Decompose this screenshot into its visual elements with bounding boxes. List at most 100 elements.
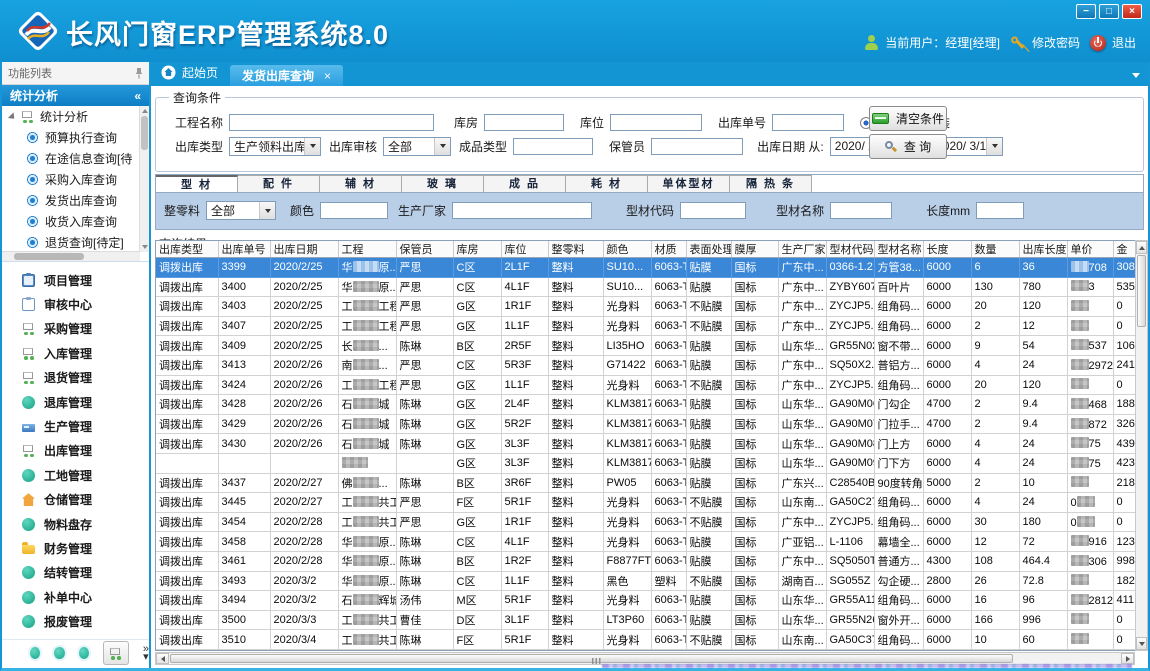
logout-button[interactable]: 退出 (1090, 34, 1136, 51)
subtab-7[interactable]: 单体型材 (648, 175, 730, 192)
table-row[interactable]: 调拨出库34282020/2/26石城陈琳G区2L4F整料KLM38176063… (156, 395, 1135, 415)
location-input[interactable] (610, 114, 702, 131)
column-header-order-no[interactable]: 出库单号 (218, 241, 270, 258)
profile-code-input[interactable] (680, 202, 746, 219)
minimize-button[interactable]: − (1076, 4, 1096, 19)
sidebar-item-cart[interactable]: 采购管理 (2, 317, 149, 341)
column-header-amount[interactable]: 金 (1113, 241, 1135, 258)
sidebar-item-home[interactable]: 仓储管理 (2, 488, 149, 512)
change-password-button[interactable]: 修改密码 (1010, 34, 1080, 51)
column-header-unit-price[interactable]: 单价 (1067, 241, 1113, 258)
tree-item[interactable]: 预算执行查询 (2, 127, 149, 148)
table-row[interactable]: 调拨出库34372020/2/27佛...陈琳B区3R6F整料PW056063-… (156, 473, 1135, 493)
keeper-input[interactable] (651, 138, 743, 155)
table-row[interactable]: 调拨出库34002020/2/25华原...严思C区4L1F整料SU10...6… (156, 277, 1135, 297)
sidebar-item-machine[interactable]: 生产管理 (2, 414, 149, 438)
column-header-project[interactable]: 工程 (338, 241, 396, 258)
sidebar-item-circle[interactable]: 结转管理 (2, 561, 149, 585)
sidebar-item-circle[interactable]: 物料盘存 (2, 512, 149, 536)
column-header-out-length[interactable]: 出库长度 (1019, 241, 1067, 258)
table-row[interactable]: 调拨出库34452020/2/27工共工程严思F区5R1F整料光身料6063-T… (156, 493, 1135, 513)
expander-icon[interactable] (8, 112, 17, 121)
table-row[interactable]: 调拨出库35102020/3/4工共工程陈琳F区5R1F整料光身料6063-T5… (156, 630, 1135, 650)
tab-close-icon[interactable]: × (324, 69, 331, 83)
horizontal-scroll-thumb[interactable] (170, 654, 1013, 663)
tab-list-dropdown-icon[interactable] (1132, 73, 1140, 78)
tree-item[interactable]: 退货查询[待定] (2, 232, 149, 253)
search-button[interactable]: 查 询 (869, 134, 947, 159)
collapse-icon[interactable]: « (134, 89, 141, 103)
table-row[interactable]: 调拨出库35122020/3/4工共工程陈琳F区1L2F整料光身料6063-T5… (156, 649, 1135, 651)
table-row[interactable]: 调拨出库34612020/2/28华原...陈琳B区1R2F整料F8877FT6… (156, 551, 1135, 571)
close-button[interactable]: × (1122, 4, 1142, 19)
table-row[interactable]: 调拨出库33992020/2/25华原...严思C区2L1F整料SU10...6… (156, 258, 1135, 278)
sidebar-item-cart[interactable]: 出库管理 (2, 439, 149, 463)
grid-vertical-scrollbar[interactable] (1135, 240, 1148, 651)
column-header-film-thickness[interactable]: 膜厚 (731, 241, 778, 258)
project-name-input[interactable] (229, 114, 434, 131)
length-input[interactable] (976, 202, 1024, 219)
out-type-select[interactable]: 生产领料出库 (229, 137, 321, 156)
table-row[interactable]: 调拨出库34032020/2/25工工程严思G区1R1F整料光身料6063-T5… (156, 297, 1135, 317)
table-row[interactable]: G区3L3F整料KLM38176063-T5贴膜国标山东华...GA90M09.… (156, 453, 1135, 473)
tree-vertical-scrollbar[interactable] (139, 106, 149, 252)
column-header-length[interactable]: 长度 (923, 241, 971, 258)
sidebar-item-circle[interactable]: 报废管理 (2, 609, 149, 633)
table-row[interactable]: 调拨出库34932020/3/2华原...陈琳C区1L1F整料黑色塑料不贴膜国标… (156, 571, 1135, 591)
sidebar-item-circle[interactable]: 退库管理 (2, 390, 149, 414)
group-dot-button[interactable] (79, 647, 89, 659)
column-header-surface[interactable]: 表面处理 (686, 241, 731, 258)
tree-item[interactable]: 发货出库查询 (2, 190, 149, 211)
table-row[interactable]: 调拨出库34292020/2/26石城陈琳G区5R2F整料KLM38176063… (156, 414, 1135, 434)
subtab-2[interactable]: 配 件 (238, 175, 320, 192)
tree-item[interactable]: 收货入库查询 (2, 211, 149, 232)
tree-item[interactable]: 在途信息查询[待 (2, 148, 149, 169)
column-header-warehouse[interactable]: 库房 (453, 241, 501, 258)
scroll-down-button[interactable] (1136, 637, 1147, 650)
group-dot-button[interactable] (54, 647, 64, 659)
pin-icon[interactable] (135, 68, 143, 79)
subtab-4[interactable]: 玻 璃 (402, 175, 484, 192)
column-header-out-type[interactable]: 出库类型 (156, 241, 218, 258)
column-header-color[interactable]: 颜色 (603, 241, 651, 258)
scroll-up-button[interactable] (1136, 241, 1147, 254)
tab-shipment-outbound-query[interactable]: 发货出库查询 × (230, 65, 343, 86)
column-header-keeper[interactable]: 保管员 (396, 241, 453, 258)
column-header-location[interactable]: 库位 (501, 241, 548, 258)
table-row[interactable]: 调拨出库34072020/2/25工工程严思G区1L1F整料光身料6063-T5… (156, 316, 1135, 336)
sidebar-item-clipboard2[interactable]: 审核中心 (2, 292, 149, 316)
sidebar-item-clipboard[interactable]: 项目管理 (2, 268, 149, 292)
subtab-1[interactable]: 型 材 (156, 175, 238, 192)
product-type-input[interactable] (513, 138, 593, 155)
manufacturer-input[interactable] (452, 202, 592, 219)
column-header-out-date[interactable]: 出库日期 (270, 241, 338, 258)
table-row[interactable]: 调拨出库34942020/3/2石辉城汤伟M区5R1F整料光身料6063-T5贴… (156, 591, 1135, 611)
table-row[interactable]: 调拨出库34302020/2/26石城陈琳G区3L3F整料KLM38176063… (156, 434, 1135, 454)
table-row[interactable]: 调拨出库34092020/2/25长...陈琳B区2R5F整料LI35HO606… (156, 336, 1135, 356)
group-header[interactable]: 统计分析 « (2, 85, 149, 106)
column-header-manufacturer[interactable]: 生产厂家 (778, 241, 826, 258)
column-header-quantity[interactable]: 数量 (971, 241, 1019, 258)
color-input[interactable] (320, 202, 388, 219)
whole-part-select[interactable]: 全部 (206, 201, 276, 220)
clear-conditions-button[interactable]: 清空条件 (869, 106, 947, 131)
sidebar-item-circle[interactable]: 工地管理 (2, 463, 149, 487)
subtab-6[interactable]: 耗 材 (566, 175, 648, 192)
column-header-profile-name[interactable]: 型材名称 (874, 241, 923, 258)
subtab-5[interactable]: 成 品 (484, 175, 566, 192)
tab-home[interactable]: 起始页 (155, 64, 230, 86)
table-row[interactable]: 调拨出库34242020/2/26工工程严思G区1L1F整料光身料6063-T5… (156, 375, 1135, 395)
tree-item[interactable]: 采购入库查询 (2, 169, 149, 190)
scroll-left-button[interactable] (156, 653, 169, 664)
column-header-profile-code[interactable]: 型材代码 (826, 241, 874, 258)
tree-root-statistics[interactable]: 统计分析 (2, 106, 149, 127)
table-row[interactable]: 调拨出库34582020/2/28华原...陈琳C区4L1F整料光身料6063-… (156, 532, 1135, 552)
sidebar-item-folder[interactable]: 财务管理 (2, 536, 149, 560)
cart-group-button[interactable] (103, 641, 129, 665)
more-groups-button[interactable]: »▾ (143, 645, 149, 661)
vertical-scroll-thumb[interactable] (1137, 255, 1146, 327)
maximize-button[interactable]: □ (1099, 4, 1119, 19)
subtab-8[interactable]: 隔 热 条 (730, 175, 812, 192)
warehouse-input[interactable] (484, 114, 564, 131)
table-row[interactable]: 调拨出库35002020/3/3工共工程曹佳D区3L1F整料LT3P606063… (156, 610, 1135, 630)
